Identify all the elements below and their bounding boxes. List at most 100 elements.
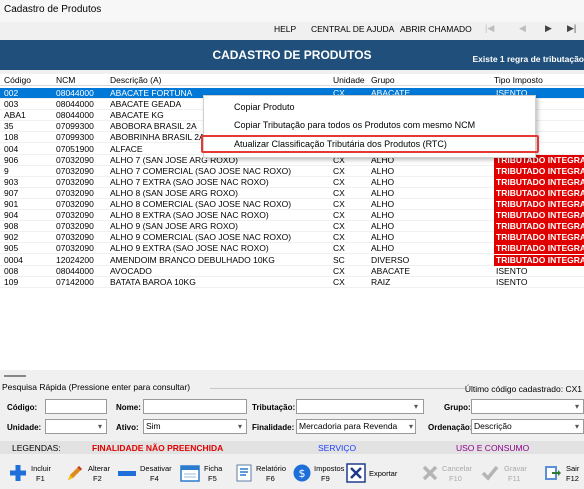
table-row[interactable]: 903 07032090 ALHO 7 EXTRA (SAO JOSE NAC RO…: [0, 176, 584, 188]
exportar-label: Exportar: [369, 469, 398, 478]
desativar-label: Desativar: [140, 464, 172, 473]
col-grupo[interactable]: Grupo: [371, 75, 395, 85]
col-unidade[interactable]: Unidade: [333, 75, 365, 85]
table-row[interactable]: 901 07032090 ALHO 8 COMERCIAL (SAO JOSE NA…: [0, 199, 584, 210]
unidade-dropdown-icon[interactable]: ▾: [98, 422, 102, 431]
cell-codigo: 0004: [4, 254, 23, 265]
legend-label: LEGENDAS:: [12, 443, 61, 453]
cell-unidade: CX: [333, 221, 345, 232]
tributacao-dropdown-icon[interactable]: ▾: [414, 402, 418, 411]
cell-ncm: 07032090: [56, 154, 94, 165]
cell-ncm: 07032090: [56, 199, 94, 209]
plus-icon: [10, 465, 26, 481]
codigo-label: Código:: [7, 403, 38, 412]
ctx-copiar-tributacao[interactable]: Copiar Tributação para todos os Produtos…: [234, 120, 475, 130]
nav-next-icon[interactable]: ▶: [545, 23, 552, 34]
ativo-dropdown-icon[interactable]: ▾: [238, 422, 242, 431]
cell-grupo: DIVERSO: [371, 254, 410, 265]
calendar-icon: [180, 465, 200, 482]
cell-grupo: ALHO: [371, 243, 395, 254]
menu-help[interactable]: HELP: [274, 24, 296, 34]
grid-header: Código NCM Descrição (A) Unidade Grupo T…: [0, 74, 584, 86]
gravar-button[interactable]: Gravar F11: [480, 460, 527, 487]
cell-codigo: 002: [4, 88, 19, 98]
cell-grupo: ALHO: [371, 221, 395, 232]
sair-label: Sair: [566, 464, 580, 473]
table-row[interactable]: 902 07032090 ALHO 9 COMERCIAL (SAO JOSE NA…: [0, 232, 584, 244]
alterar-label: Alterar: [88, 464, 111, 473]
table-row[interactable]: 109 07142000 BATATA BAROA 10KG CX RAIZ ISENTO: [0, 277, 584, 288]
finalidade-dropdown-icon[interactable]: ▾: [409, 422, 413, 431]
cell-codigo: 003: [4, 99, 19, 110]
cell-unidade: CX: [333, 276, 345, 287]
sair-button[interactable]: Sair F12: [543, 460, 583, 487]
ctx-copiar-produto[interactable]: Copiar Produto: [234, 102, 295, 112]
cell-ncm: 07099300: [56, 132, 94, 143]
cell-unidade: CX: [333, 199, 345, 209]
cell-codigo: 903: [4, 176, 19, 187]
minus-icon: [118, 471, 136, 476]
cell-tipo-imposto: TRIBUTADO INTEGRAL: [494, 165, 584, 177]
ficha-label: Ficha: [204, 464, 223, 473]
menu-abrir-chamado[interactable]: ABRIR CHAMADO: [400, 24, 472, 34]
cancelar-button[interactable]: Cancelar F10: [420, 460, 472, 487]
dollar-icon: $: [293, 464, 311, 482]
grupo-label: Grupo:: [444, 403, 471, 412]
window-title: Cadastro de Produtos: [4, 4, 102, 15]
check-icon: [481, 465, 499, 481]
nav-prev-icon[interactable]: ◀: [519, 23, 526, 34]
menu-central-ajuda[interactable]: CENTRAL DE AJUDA: [311, 24, 394, 34]
col-descricao[interactable]: Descrição (A): [110, 75, 161, 85]
exportar-button[interactable]: Exportar: [346, 460, 398, 487]
table-row[interactable]: 908 07032090 ALHO 9 (SAN JOSE ARG ROXO) CX A…: [0, 221, 584, 233]
ordenacao-dropdown-icon[interactable]: ▾: [575, 422, 579, 431]
search-divider: [210, 388, 465, 389]
col-tipo-imposto[interactable]: Tipo Imposto: [494, 75, 543, 85]
cell-descricao: ALHO 8 EXTRA (SAO JOSE NAC ROXO): [110, 210, 269, 221]
cell-grupo: ALHO: [371, 165, 395, 176]
grupo-dropdown-icon[interactable]: ▾: [575, 402, 579, 411]
grupo-select[interactable]: [471, 399, 584, 414]
cell-ncm: 07032090: [56, 176, 94, 187]
nome-input[interactable]: [143, 399, 247, 414]
ficha-button[interactable]: Ficha F5: [180, 460, 225, 487]
table-row[interactable]: 907 07032090 ALHO 8 (SAN JOSE ARG ROXO) CX A…: [0, 187, 584, 199]
cancelar-label: Cancelar: [442, 464, 473, 473]
search-title: Pesquisa Rápida (Pressione enter para co…: [2, 382, 191, 392]
codigo-input[interactable]: [45, 399, 107, 414]
desativar-button[interactable]: Desativar F4: [117, 460, 172, 487]
tributacao-select[interactable]: [296, 399, 424, 414]
cell-tipo-imposto: TRIBUTADO INTEGRAL: [494, 254, 584, 266]
table-row[interactable]: 905 07032090 ALHO 9 EXTRA (SAO JOSE NAC RO…: [0, 243, 584, 255]
cell-codigo: 902: [4, 232, 19, 243]
cell-unidade: CX: [333, 265, 345, 276]
col-codigo[interactable]: Código: [4, 75, 31, 85]
cell-descricao: ALHO 8 (SAN JOSE ARG ROXO): [110, 187, 239, 198]
nav-last-icon[interactable]: ▶|: [567, 23, 576, 34]
cancel-x-icon: [422, 465, 438, 481]
cell-ncm: 07051900: [56, 143, 94, 154]
table-row[interactable]: 008 08044000 AVOCADO CX ABACATE ISENTO: [0, 266, 584, 277]
horizontal-scrollbar[interactable]: [4, 375, 26, 377]
nav-first-icon[interactable]: |◀: [485, 23, 494, 34]
finalidade-label: Finalidade:: [252, 423, 295, 432]
cell-unidade: SC: [333, 254, 345, 265]
nome-label: Nome:: [116, 403, 141, 412]
table-row[interactable]: 904 07032090 ALHO 8 EXTRA (SAO JOSE NAC RO…: [0, 210, 584, 222]
relatorio-button[interactable]: Relatório F6: [234, 460, 289, 487]
finalidade-select[interactable]: Mercadoria para Revenda: [296, 419, 416, 434]
cell-codigo: 109: [4, 276, 19, 287]
table-row[interactable]: 0004 12024200 AMENDOIM BRANCO DEBULHADO 10…: [0, 254, 584, 266]
impostos-button[interactable]: $ Impostos F9: [292, 460, 344, 487]
ativo-select[interactable]: Sim: [143, 419, 247, 434]
col-ncm[interactable]: NCM: [56, 75, 75, 85]
window-titlebar: Cadastro de Produtos: [0, 0, 584, 22]
report-icon: [236, 464, 252, 482]
incluir-button[interactable]: Incluir F1: [8, 460, 54, 487]
ordenacao-select[interactable]: Descrição: [471, 419, 584, 434]
alterar-button[interactable]: Alterar F2: [65, 460, 110, 487]
cell-codigo: ABA1: [4, 110, 26, 121]
table-row[interactable]: 9 07032090 ALHO 7 COMERCIAL (SAO JOSE NAC …: [0, 165, 584, 177]
cell-codigo: 906: [4, 154, 19, 165]
cell-ncm: 08044000: [56, 88, 94, 98]
